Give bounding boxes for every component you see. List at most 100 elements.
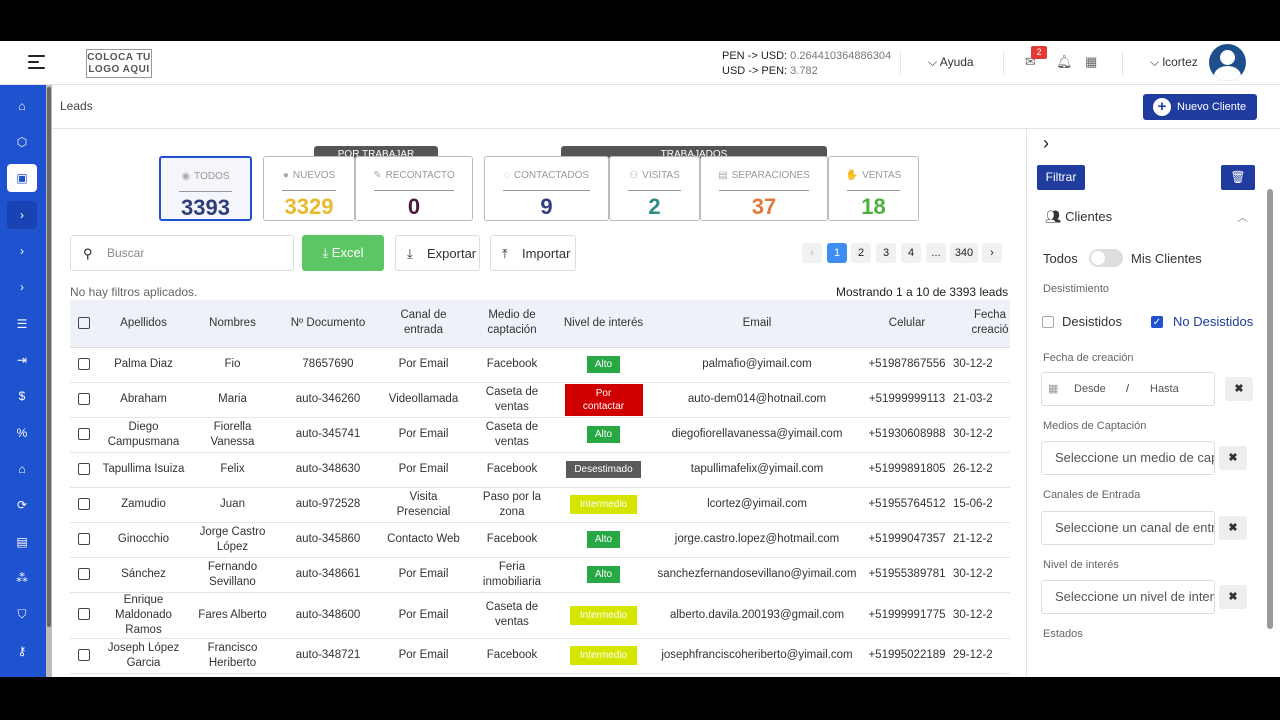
percent-icon[interactable]: % [7,419,37,447]
row-checkbox[interactable] [78,497,90,510]
medios-select[interactable]: Seleccione un medio de captación [1041,441,1215,475]
shield-icon[interactable]: ⛉ [7,600,37,628]
row-checkbox[interactable] [78,462,90,475]
stat-ventas[interactable]: ✋ VENTAS 18 [828,156,919,221]
canales-select[interactable]: Seleccione un canal de entrada [1041,511,1215,545]
clear-canales-button[interactable]: ✖ [1219,516,1247,540]
table-row[interactable]: Sánchez Fernando Sevillano auto-348661 Por … [70,557,1010,593]
clients-section-title[interactable]: 👥︎ Clientes [1045,209,1112,225]
plus-icon: + [1153,98,1171,116]
table-row[interactable]: Enrique Maldonado Ramos Fares Alberto auto… [70,592,1010,639]
stat-nuevos[interactable]: ● NUEVOS 3329 [263,156,355,221]
stat-separaciones[interactable]: ▤ SEPARACIONES 37 [700,156,828,221]
date-to[interactable]: Hasta [1150,373,1179,405]
page-ellipsis: ... [926,243,946,263]
dollar-icon[interactable]: $ [7,382,37,410]
user-menu[interactable]: ⌵ lcortez [1150,55,1198,70]
bell-icon[interactable]: 🔔︎ [1056,54,1073,70]
prev-page-button[interactable]: ‹ [802,243,822,263]
grid-icon[interactable]: ⁂ [7,564,37,592]
row-checkbox[interactable] [78,532,90,545]
stat-recontacto[interactable]: ✎ RECONTACTO 0 [355,156,473,221]
search-input[interactable] [107,244,277,262]
clear-medios-button[interactable]: ✖ [1219,446,1247,470]
chevron-right-icon[interactable]: › [7,201,37,229]
logo[interactable]: COLOCA TU LOGO AQUI [86,49,152,78]
no-desistidos-checkbox[interactable]: ✓ [1151,316,1163,328]
row-checkbox[interactable] [78,427,90,440]
page-button[interactable]: 1 [827,243,847,263]
stat-value: 3329 [284,194,334,219]
list-icon[interactable]: ☰ [7,310,37,338]
clear-nivel-button[interactable]: ✖ [1219,585,1247,609]
stat-contactados[interactable]: ◌ CONTACTADOS 9 [484,156,609,221]
menu-icon[interactable] [28,55,45,69]
date-range-field[interactable]: ▦ Desde / Hasta [1041,372,1215,406]
chevron-right-icon[interactable]: › [7,237,37,265]
cell-celular: +51955389781 [864,557,950,593]
column-header[interactable]: Nombres [189,300,276,348]
column-header[interactable]: Email [650,300,864,348]
column-header[interactable]: Celular [864,300,950,348]
exit-icon[interactable]: ⇥ [7,346,37,374]
clear-date-button[interactable]: ✖ [1225,377,1253,401]
chevron-up-icon[interactable]: ︿ [1237,209,1248,225]
home-icon[interactable]: ⌂ [7,92,37,120]
box-icon[interactable]: ⬡ [7,128,37,156]
page-button[interactable]: 340 [950,243,978,263]
cell-email: sanchezfernandosevillano@yimail.com [650,557,864,593]
next-page-button[interactable]: › [982,243,1002,263]
avatar[interactable] [1209,44,1246,81]
my-clients-toggle[interactable] [1089,249,1123,267]
table-row[interactable]: Zamudio Juan auto-972528 Visita Presencial P… [70,487,1010,523]
new-client-button[interactable]: + Nuevo Cliente [1143,94,1257,120]
row-checkbox[interactable] [78,648,90,661]
app-window: COLOCA TU LOGO AQUI PEN -> USD: 0.264410… [0,41,1280,677]
sync-icon[interactable]: ⟳ [7,491,37,519]
column-header[interactable]: Nº Documento [276,300,380,348]
column-header[interactable]: Canal de entrada [380,300,467,348]
chevron-right-icon[interactable]: › [7,273,37,301]
briefcase-icon[interactable]: ▣ [7,164,37,192]
desistidos-checkbox[interactable] [1042,316,1054,328]
logo-line-1: COLOCA TU [87,52,151,63]
export-button[interactable]: ⤓ Exportar [395,235,480,271]
help-menu[interactable]: ⌵ Ayuda [928,55,974,70]
sidebar-scrollbar[interactable] [46,85,52,677]
stat-visitas[interactable]: ⚇ VISITAS 2 [609,156,700,221]
building-icon[interactable]: ⌂ [7,455,37,483]
table-row[interactable]: Ginocchio Jorge Castro López auto-345860 Co… [70,522,1010,558]
table-row[interactable]: Tapullima Isuiza Felix auto-348630 Por Emai… [70,452,1010,488]
column-header[interactable]: Apellidos [98,300,189,348]
panel-scrollbar[interactable] [1267,189,1273,629]
trash-icon[interactable]: 🗑︎ [1221,165,1255,190]
table-row[interactable]: Diego Campusmana Fiorella Vanessa auto-345… [70,417,1010,453]
import-button[interactable]: ⤒ Importar [490,235,576,271]
excel-button[interactable]: ⤓ Excel [302,235,384,271]
table-row[interactable]: Abraham Maria auto-346260 Videollamada Caset… [70,382,1010,418]
key-icon[interactable]: ⚷ [7,637,37,665]
user-name: lcortez [1162,55,1198,69]
column-header[interactable]: Fecha creació [950,300,1010,348]
stat-todos[interactable]: ◉ TODOS 3393 [159,156,252,221]
column-header[interactable]: Medio de captación [467,300,557,348]
calendar-icon[interactable]: ▦ [1085,54,1097,70]
date-from[interactable]: Desde [1074,373,1106,405]
row-checkbox[interactable] [78,392,90,405]
select-all-cell [70,300,98,348]
page-button[interactable]: 2 [851,243,871,263]
nivel-select[interactable]: Seleccione un nivel de interés [1041,580,1215,614]
column-header[interactable]: Nivel de interés [557,300,650,348]
page-button[interactable]: 3 [876,243,896,263]
select-all-checkbox[interactable] [78,316,90,329]
page-button[interactable]: 4 [901,243,921,263]
cell-nombres: Maria [189,382,276,418]
row-checkbox[interactable] [78,567,90,580]
row-checkbox[interactable] [78,357,90,370]
chat-icon[interactable]: ▤ [7,528,37,556]
table-row[interactable]: Palma Diaz Fio 78657690 Por Email Facebook Al… [70,347,1010,383]
chevron-right-icon[interactable]: › [1043,133,1049,154]
filter-button[interactable]: Filtrar [1037,165,1085,190]
table-row[interactable]: Joseph López Garcia Francisco Heriberto au… [70,638,1010,674]
row-checkbox[interactable] [78,608,90,621]
